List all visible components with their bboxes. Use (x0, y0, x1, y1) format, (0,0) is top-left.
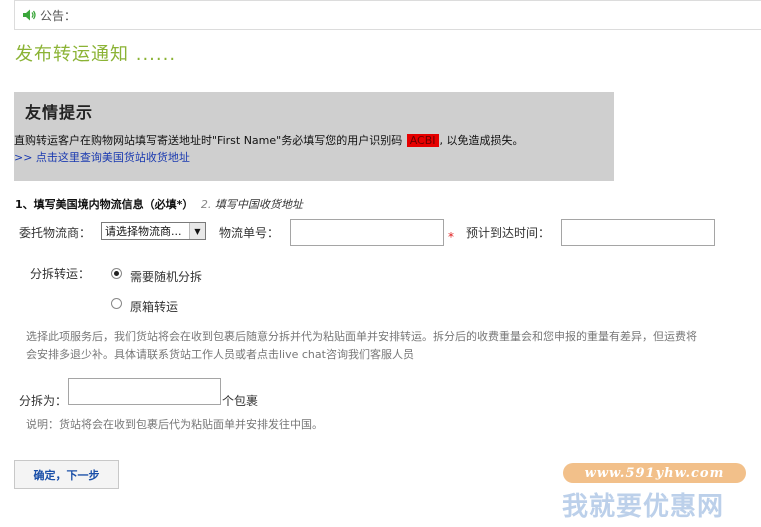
tip-message-text: 直购转运客户在购物网站填写寄送地址时"First Name"务必填写您的用户识别… (14, 134, 403, 147)
carrier-label: 委托物流商： (19, 226, 92, 240)
user-code-badge: ACBI (406, 134, 439, 147)
warehouse-address-link[interactable]: >> 点击这里查询美国货站收货地址 (14, 149, 190, 165)
split-description: 选择此项服务后，我们货站将会在收到包裹后随意分拆并代为粘贴面单并安排转运。拆分后… (26, 330, 697, 361)
random-split-label[interactable]: 需要随机分拆 (130, 268, 202, 285)
eta-label: 预计到达时间： (466, 226, 551, 240)
notice-label: 公告： (40, 8, 77, 23)
step-2-number: 2. (200, 198, 212, 211)
carrier-select-value: 请选择物流商... (105, 225, 182, 238)
package-count-input[interactable] (68, 378, 221, 405)
shipping-note: 说明：货站将会在收到包裹后代为粘贴面单并安排发往中国。 (26, 418, 323, 431)
split-into-label: 分拆为： (19, 394, 68, 408)
required-marker: * (448, 230, 454, 244)
step-2[interactable]: 2. 填写中国收货地址 (201, 198, 303, 211)
carrier-select[interactable]: 请选择物流商... ▼ (101, 222, 206, 240)
random-split-radio[interactable] (111, 268, 122, 279)
package-unit-label: 个包裹 (222, 394, 259, 408)
tip-message: 直购转运客户在购物网站填写寄送地址时"First Name"务必填写您的用户识别… (14, 132, 524, 148)
step-2-label: 填写中国收货地址 (214, 198, 303, 211)
speaker-icon (23, 9, 36, 21)
watermark-url: www.591yhw.com (563, 463, 746, 483)
eta-input[interactable] (561, 219, 715, 246)
tip-message-tail: , 以免造成损失。 (439, 134, 524, 147)
original-box-radio[interactable] (111, 298, 122, 309)
chevron-down-icon[interactable]: ▼ (189, 223, 205, 239)
step-1: 1、填写美国境内物流信息（必填*） (15, 198, 194, 211)
notice-bar: 公告： (14, 0, 761, 30)
page-title: 发布转运通知 ...... (15, 44, 177, 65)
tip-box: 友情提示 直购转运客户在购物网站填写寄送地址时"First Name"务必填写您… (14, 92, 614, 181)
watermark-logo: 我就要优惠网 (562, 492, 725, 522)
tip-title: 友情提示 (25, 103, 94, 122)
original-box-label[interactable]: 原箱转运 (130, 298, 178, 315)
step-indicator: 1、填写美国境内物流信息（必填*） 2. 填写中国收货地址 (15, 196, 303, 212)
tracking-number-label: 物流单号： (219, 226, 280, 240)
split-shipping-label: 分拆转运： (30, 267, 91, 281)
submit-next-button[interactable]: 确定，下一步 (14, 460, 119, 489)
tracking-number-input[interactable] (290, 219, 444, 246)
